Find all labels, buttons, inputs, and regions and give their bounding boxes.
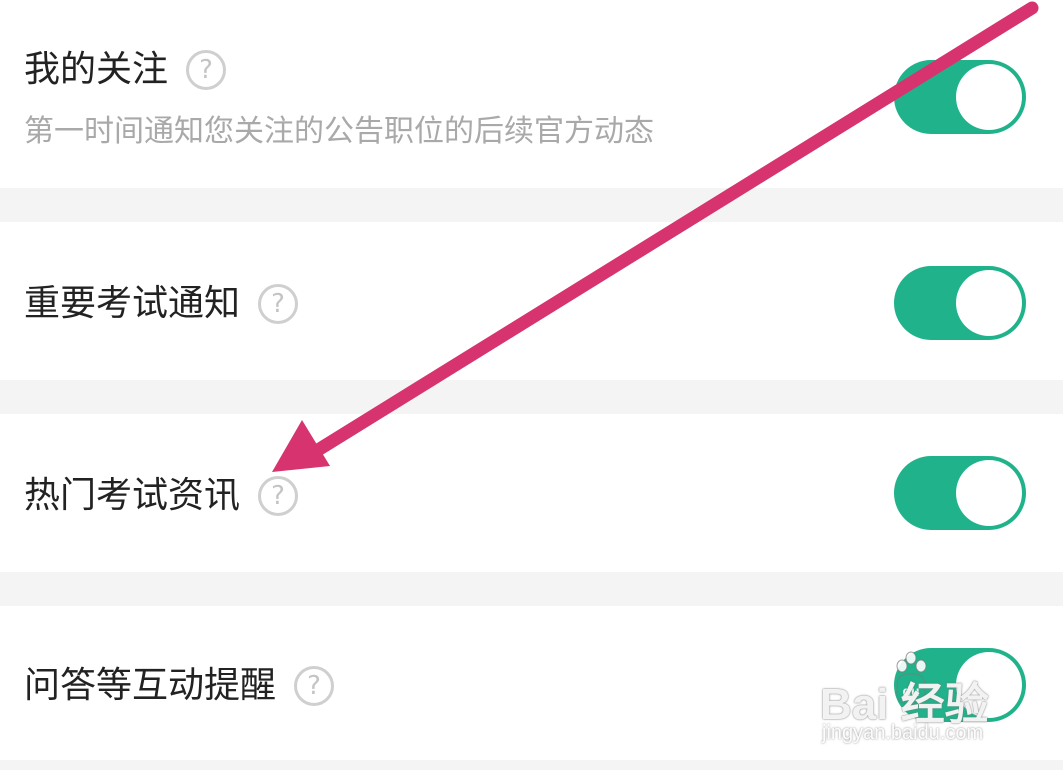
annotation-arrow (272, 1, 1039, 472)
arrow-shaft (311, 1, 1039, 457)
